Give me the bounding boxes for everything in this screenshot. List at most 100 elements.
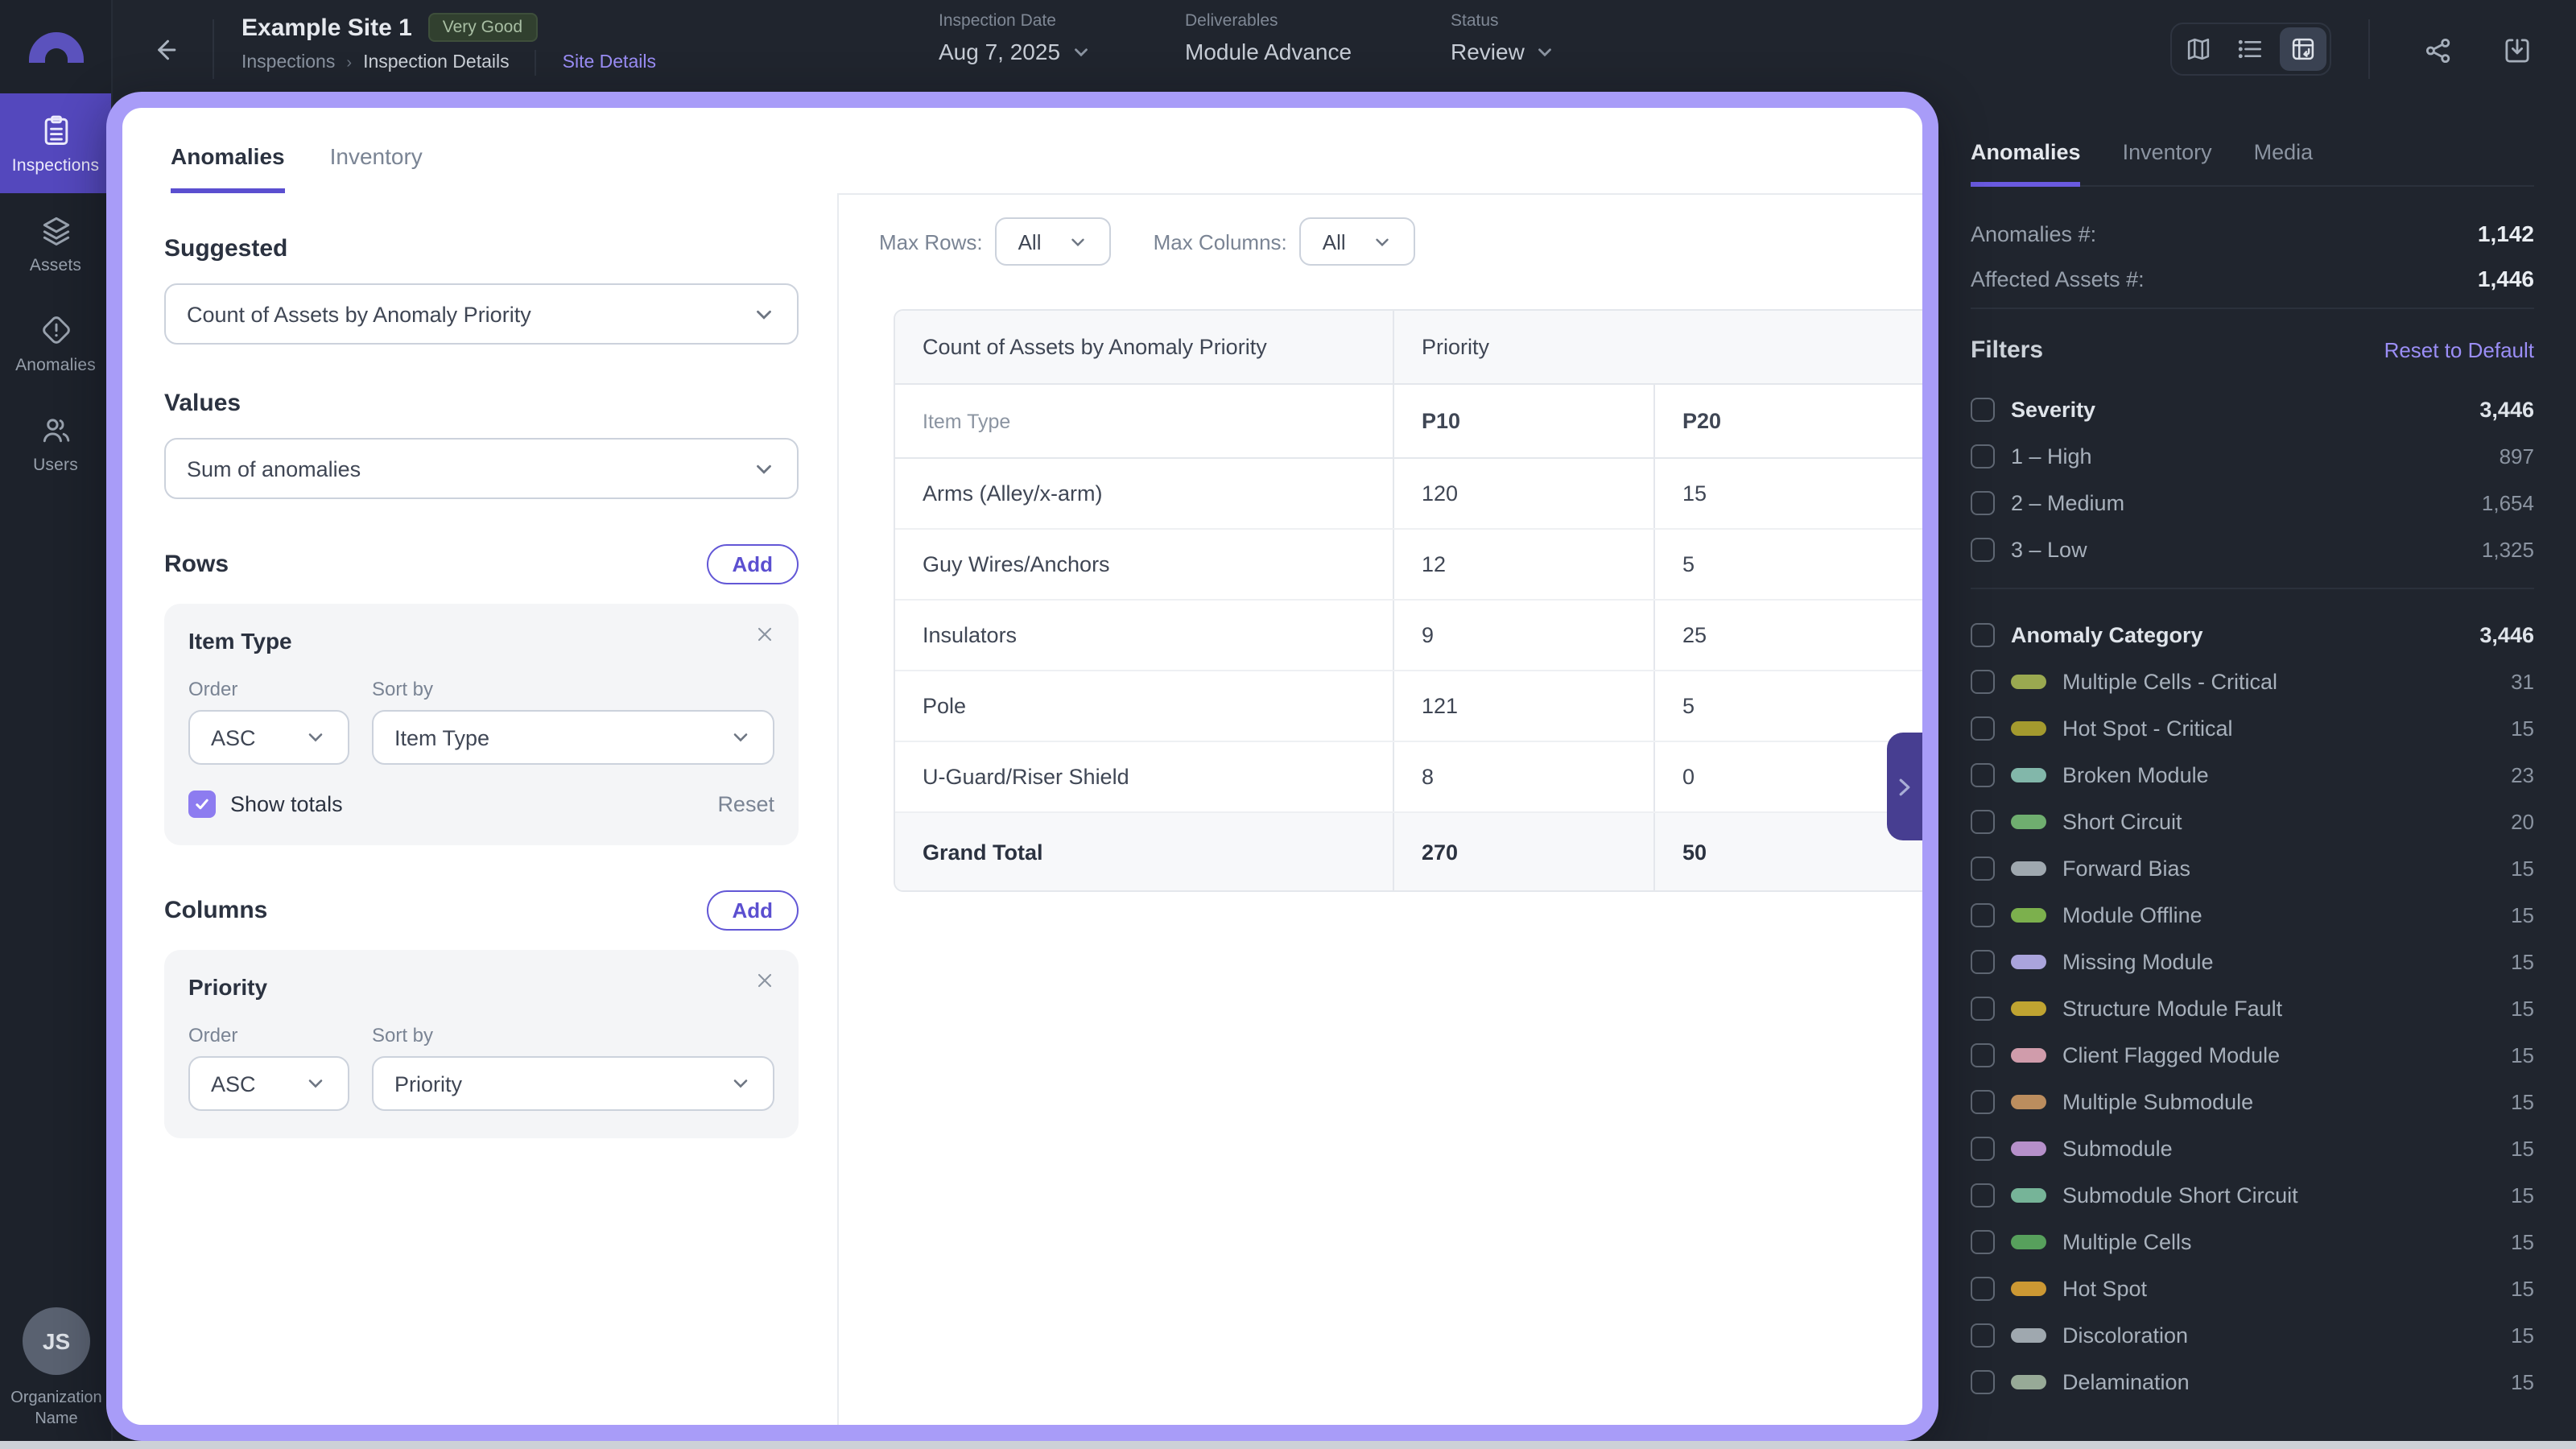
category-filter-item[interactable]: Multiple Cells 15 — [1971, 1225, 2534, 1257]
table-controls: Max Rows: All Max Columns: All — [879, 217, 1416, 266]
breadcrumb-inspections[interactable]: Inspections — [242, 53, 335, 72]
map-view-button[interactable] — [2172, 24, 2224, 74]
share-button[interactable] — [2418, 31, 2457, 69]
row-label-cell: Guy Wires/Anchors — [895, 530, 1394, 599]
filter-item-checkbox[interactable] — [1971, 1136, 1995, 1160]
order-label: Order — [188, 1024, 238, 1046]
severity-filter-item[interactable]: 3 – Low 1,325 — [1971, 533, 2534, 565]
category-filter-item[interactable]: Missing Module 15 — [1971, 945, 2534, 977]
category-color-swatch — [2011, 767, 2046, 782]
row-reset-link[interactable]: Reset — [717, 792, 774, 816]
row-sort-by-select[interactable]: Item Type — [372, 710, 774, 765]
category-filter-item[interactable]: Submodule Short Circuit 15 — [1971, 1179, 2534, 1211]
download-button[interactable] — [2497, 31, 2536, 69]
category-filter-item[interactable]: Forward Bias 15 — [1971, 852, 2534, 884]
sidebar-item-label: Users — [33, 455, 78, 474]
values-title: Values — [164, 390, 242, 417]
show-totals-checkbox[interactable] — [188, 791, 216, 818]
sidebar-item-users[interactable]: Users — [0, 393, 111, 493]
category-color-swatch — [2011, 1234, 2046, 1249]
row-label-cell: U-Guard/Riser Shield — [895, 742, 1394, 811]
inspection-date-value[interactable]: Aug 7, 2025 — [939, 39, 1091, 64]
values-select[interactable]: Sum of anomalies — [164, 438, 799, 499]
field-inspection-date: Inspection Date Aug 7, 2025 — [939, 11, 1091, 64]
category-filter-item[interactable]: Multiple Submodule 15 — [1971, 1085, 2534, 1117]
site-details-link[interactable]: Site Details — [563, 53, 656, 72]
category-filter-item[interactable]: Delamination 15 — [1971, 1365, 2534, 1397]
add-column-button[interactable]: Add — [706, 890, 799, 931]
tab-anomalies[interactable]: Anomalies — [1971, 140, 2081, 187]
category-filter-item[interactable]: Hot Spot - Critical 15 — [1971, 712, 2534, 744]
category-filter-item[interactable]: Module Offline 15 — [1971, 898, 2534, 931]
max-rows-select[interactable]: All — [995, 217, 1112, 266]
app-logo[interactable] — [0, 0, 111, 93]
sidebar-item-anomalies[interactable]: Anomalies — [0, 293, 111, 393]
filter-item-checkbox[interactable] — [1971, 902, 1995, 927]
severity-checkbox[interactable] — [1971, 397, 1995, 421]
filter-item-checkbox[interactable] — [1971, 762, 1995, 786]
inspection-date-label: Inspection Date — [939, 11, 1056, 31]
row-order-select[interactable]: ASC — [188, 710, 349, 765]
filter-item-label: 2 – Medium — [2011, 490, 2125, 514]
severity-filter-item[interactable]: 1 – High 897 — [1971, 440, 2534, 472]
category-filter-item[interactable]: Client Flagged Module 15 — [1971, 1038, 2534, 1071]
field-status: Status Review — [1451, 11, 1555, 64]
add-row-button[interactable]: Add — [706, 544, 799, 584]
back-button[interactable] — [145, 29, 187, 71]
filter-item-checkbox[interactable] — [1971, 809, 1995, 833]
filter-item-checkbox[interactable] — [1971, 444, 1995, 468]
reset-to-default-link[interactable]: Reset to Default — [2384, 338, 2534, 362]
remove-row-dimension-button[interactable] — [750, 620, 779, 649]
category-filter-item[interactable]: Short Circuit 20 — [1971, 805, 2534, 837]
max-columns-select[interactable]: All — [1299, 217, 1416, 266]
column-sort-by-select[interactable]: Priority — [372, 1056, 774, 1111]
sidebar-item-assets[interactable]: Assets — [0, 193, 111, 293]
status-value[interactable]: Review — [1451, 39, 1555, 64]
remove-column-dimension-button[interactable] — [750, 966, 779, 995]
pivot-view-button[interactable] — [2280, 27, 2326, 71]
filter-item-checkbox[interactable] — [1971, 996, 1995, 1020]
tab-inventory[interactable]: Inventory — [2123, 140, 2212, 185]
suggested-select[interactable]: Count of Assets by Anomaly Priority — [164, 283, 799, 345]
tab-media[interactable]: Media — [2254, 140, 2314, 185]
list-view-button[interactable] — [2224, 24, 2277, 74]
category-filter-item[interactable]: Submodule 15 — [1971, 1132, 2534, 1164]
category-filter-item[interactable]: Hot Spot 15 — [1971, 1272, 2534, 1304]
category-filter-item[interactable]: Broken Module 23 — [1971, 758, 2534, 791]
filter-item-checkbox[interactable] — [1971, 537, 1995, 561]
collapse-panel-handle[interactable] — [1887, 733, 1922, 840]
filter-item-count: 23 — [2511, 762, 2534, 786]
row-value-cell: 5 — [1682, 694, 1695, 718]
filter-item-checkbox[interactable] — [1971, 1369, 1995, 1393]
filter-item-count: 20 — [2511, 809, 2534, 833]
filter-item-checkbox[interactable] — [1971, 1089, 1995, 1113]
filter-item-checkbox[interactable] — [1971, 1229, 1995, 1253]
sidebar-item-inspections[interactable]: Inspections — [0, 93, 111, 193]
rows-title: Rows — [164, 551, 229, 578]
column-order-select[interactable]: ASC — [188, 1056, 349, 1111]
max-rows-label: Max Rows: — [879, 229, 983, 254]
top-header: Example Site 1 Very Good Inspections › I… — [113, 0, 2576, 98]
filter-item-checkbox[interactable] — [1971, 1183, 1995, 1207]
filter-item-checkbox[interactable] — [1971, 1042, 1995, 1067]
app-screen: Example Site 1 Very Good Inspections › I… — [0, 0, 2576, 1449]
avatar[interactable]: JS — [23, 1307, 90, 1375]
category-filter-item[interactable]: Discoloration 15 — [1971, 1319, 2534, 1351]
modal-tab-anomalies[interactable]: Anomalies — [171, 143, 285, 195]
table-row: U-Guard/Riser Shield 8 0 — [895, 742, 1922, 813]
modal-tab-inventory[interactable]: Inventory — [330, 143, 423, 193]
filter-item-checkbox[interactable] — [1971, 949, 1995, 973]
filter-item-checkbox[interactable] — [1971, 1323, 1995, 1347]
category-filter-item[interactable]: Multiple Cells - Critical 31 — [1971, 665, 2534, 697]
filter-group-severity[interactable]: Severity 3,446 — [1971, 393, 2534, 425]
anomaly-category-checkbox[interactable] — [1971, 622, 1995, 646]
filter-item-checkbox[interactable] — [1971, 716, 1995, 740]
category-color-swatch — [2011, 1141, 2046, 1155]
filter-item-checkbox[interactable] — [1971, 490, 1995, 514]
filter-item-checkbox[interactable] — [1971, 856, 1995, 880]
category-filter-item[interactable]: Structure Module Fault 15 — [1971, 992, 2534, 1024]
filter-group-anomaly-category[interactable]: Anomaly Category 3,446 — [1971, 618, 2534, 650]
severity-filter-item[interactable]: 2 – Medium 1,654 — [1971, 486, 2534, 518]
filter-item-checkbox[interactable] — [1971, 1276, 1995, 1300]
filter-item-checkbox[interactable] — [1971, 669, 1995, 693]
